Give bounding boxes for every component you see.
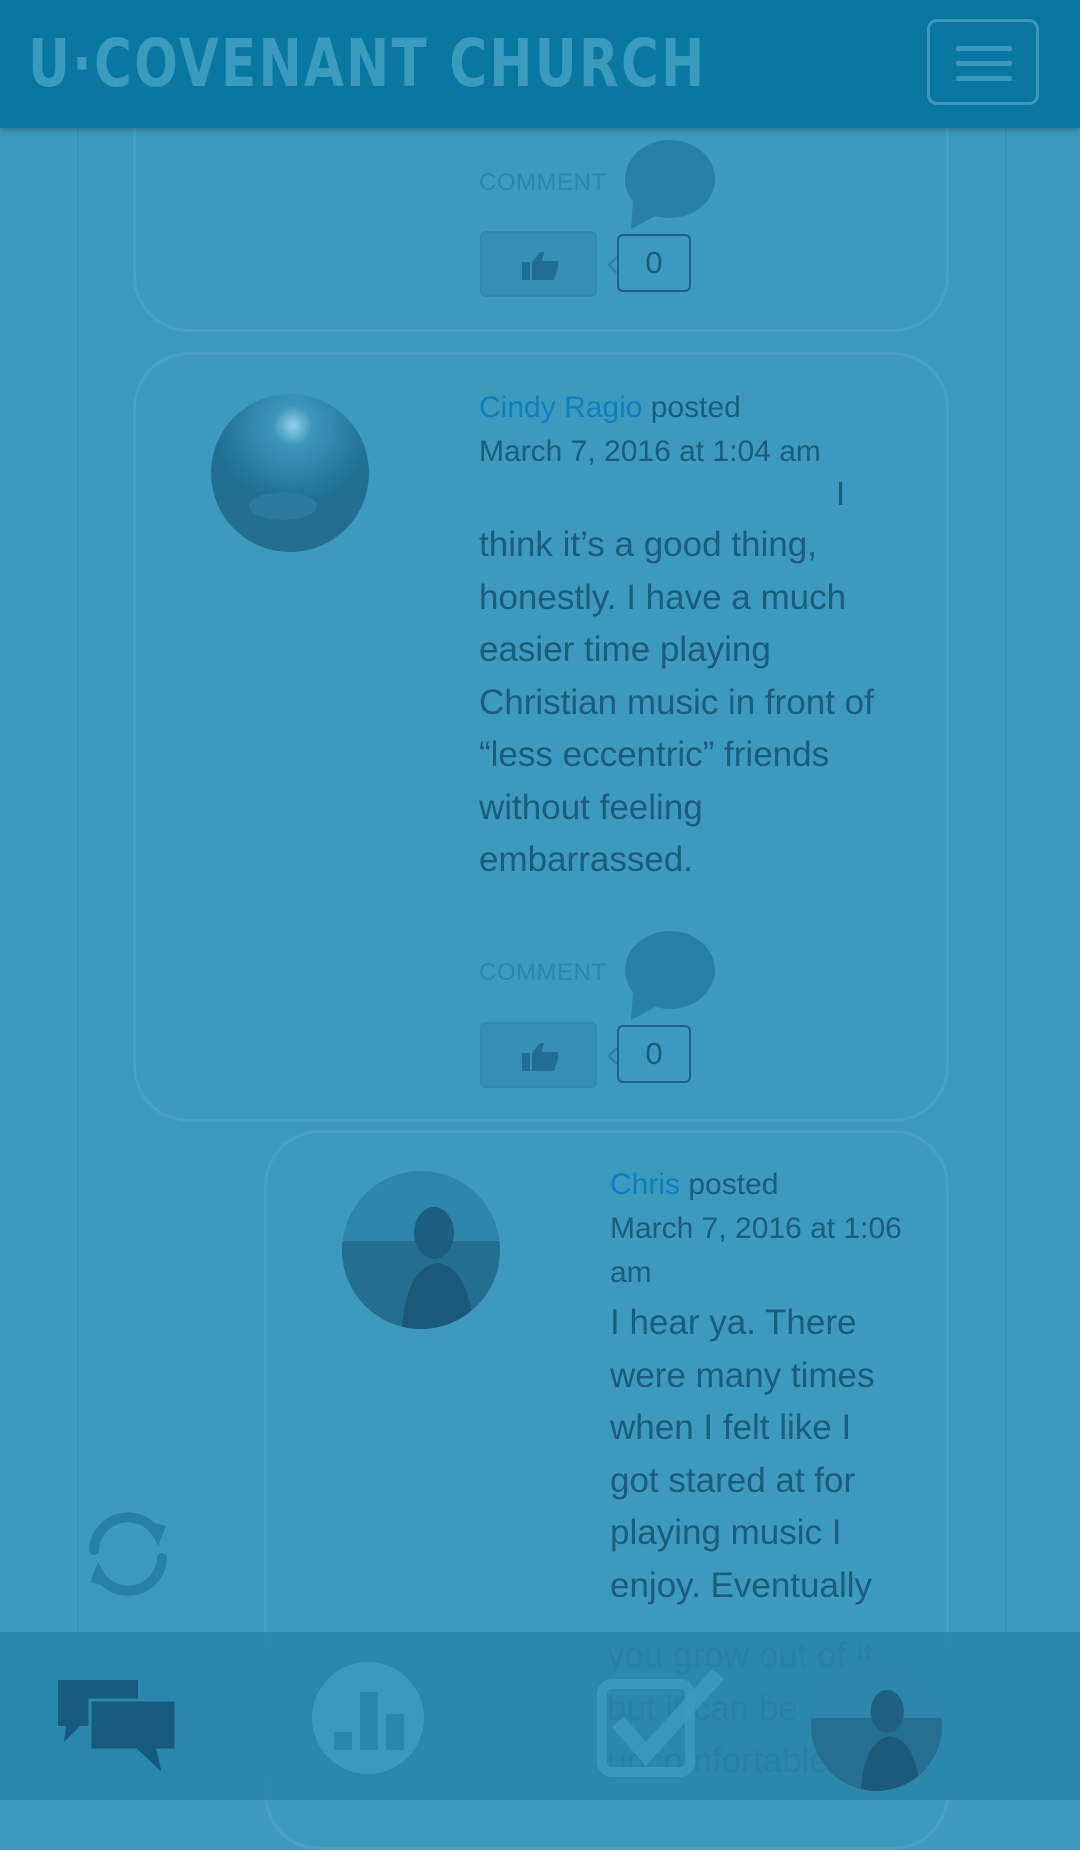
chat-bubbles-icon[interactable] bbox=[54, 1676, 180, 1782]
posted-label: posted bbox=[688, 1168, 779, 1201]
post-text-line: Christian music in front of bbox=[479, 682, 874, 722]
post-text: think it’s a good thing, honestly. I hav… bbox=[479, 519, 939, 887]
post-text-line: were many times bbox=[610, 1355, 875, 1395]
post-text-line: “less eccentric” friends bbox=[479, 735, 830, 774]
menu-toggle-button[interactable] bbox=[927, 19, 1039, 105]
author-link[interactable]: Cindy Ragio bbox=[479, 391, 642, 424]
avatar[interactable] bbox=[342, 1171, 500, 1329]
post-date-line: March 7, 2016 at 1:06 bbox=[610, 1212, 902, 1245]
post-date: March 7, 2016 at 1:06 am bbox=[610, 1207, 930, 1295]
post-text-line: I hear ya. There bbox=[610, 1303, 857, 1342]
top-navbar: U·COVENANT CHURCH bbox=[0, 0, 1080, 128]
like-count: 0 bbox=[617, 234, 691, 292]
post-text-line: embarrassed. bbox=[479, 840, 693, 879]
post-meta: Cindy Ragio posted bbox=[479, 386, 741, 430]
refresh-icon[interactable] bbox=[80, 1506, 176, 1602]
author-link[interactable]: Chris bbox=[610, 1168, 680, 1201]
hamburger-menu-icon-bar bbox=[956, 61, 1012, 66]
comment-label[interactable]: COMMENT bbox=[479, 959, 606, 987]
checkbox-icon[interactable] bbox=[596, 1670, 726, 1780]
post-card: Cindy Ragio posted March 7, 2016 at 1:04… bbox=[133, 352, 949, 1122]
like-count: 0 bbox=[617, 1025, 691, 1083]
hamburger-menu-icon-bar bbox=[956, 76, 1012, 81]
avatar[interactable] bbox=[211, 394, 369, 552]
brand-logo[interactable]: U·COVENANT CHURCH bbox=[28, 18, 707, 110]
avatar[interactable] bbox=[811, 1660, 942, 1791]
bar-chart-icon[interactable] bbox=[312, 1662, 424, 1774]
speech-bubble-icon[interactable] bbox=[623, 139, 719, 231]
comment-label[interactable]: COMMENT bbox=[479, 169, 606, 197]
hamburger-menu-icon bbox=[956, 46, 1012, 51]
bottom-navigation: you grow out of it, but it can be uncomf… bbox=[0, 1632, 1080, 1800]
like-button[interactable] bbox=[480, 231, 597, 297]
posted-label: posted bbox=[650, 391, 741, 424]
post-text-line: think it’s a good thing, bbox=[479, 525, 817, 564]
post-text-line: enjoy. Eventually bbox=[610, 1565, 873, 1605]
post-text-line: honestly. I have a much bbox=[479, 577, 847, 617]
post-text-line: playing music I bbox=[610, 1513, 842, 1552]
like-button[interactable] bbox=[480, 1022, 597, 1088]
speech-bubble-icon[interactable] bbox=[623, 930, 719, 1022]
thumbs-up-icon bbox=[522, 1043, 558, 1071]
post-text-lead: I bbox=[836, 475, 846, 512]
post-date-line: am bbox=[610, 1256, 652, 1289]
post-text-line: got stared at for bbox=[610, 1460, 856, 1500]
post-meta: Chris posted bbox=[610, 1163, 778, 1207]
post-date: March 7, 2016 at 1:04 am bbox=[479, 435, 821, 468]
post-text-line: without feeling bbox=[479, 787, 703, 827]
thumbs-up-icon bbox=[522, 252, 558, 280]
post-text: I hear ya. There were many times when I … bbox=[610, 1297, 940, 1612]
post-text-line: when I felt like I bbox=[610, 1408, 852, 1447]
post-text-line: easier time playing bbox=[479, 630, 771, 669]
